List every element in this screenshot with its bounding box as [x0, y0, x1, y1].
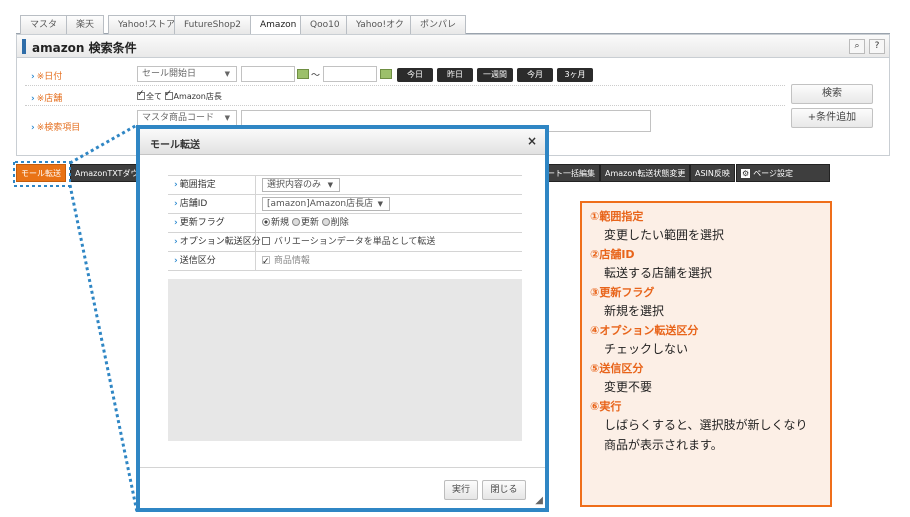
flag-new-label: 新規 [271, 218, 290, 228]
range-label: 範囲指定 [179, 180, 216, 190]
option-row: › オプション転送区分 バリエーションデータを単品として転送 [168, 233, 522, 252]
connector-top [69, 123, 138, 165]
connector-bottom [68, 184, 139, 513]
shop-row: › 店舗ID [amazon]Amazon店長店 ▼ [168, 195, 522, 214]
callout-desc-range: 変更したい範囲を選択 [604, 228, 725, 242]
chevron-right-icon: › [174, 256, 178, 266]
callout-desc-send: 変更不要 [604, 380, 653, 394]
callout-head-flag: ③更新フラグ [590, 286, 655, 299]
chevron-right-icon: › [174, 218, 178, 228]
chevron-right-icon: › [174, 237, 178, 247]
flag-update-radio[interactable] [291, 218, 300, 226]
range-select[interactable]: 選択内容のみ ▼ [262, 177, 340, 192]
option-value: バリエーションデータを単品として転送 [273, 237, 436, 247]
transfer-settings-table: › 範囲指定 選択内容のみ ▼ › 店舗ID [amazon]Amazon店長店 ▼… [168, 175, 522, 271]
close-button[interactable]: 閉じる [482, 480, 526, 500]
mall-transfer-dialog: モール転送 × › 範囲指定 選択内容のみ ▼ › 店舗ID [amazon]Ama… [136, 125, 549, 512]
highlight-box [13, 161, 71, 187]
callout-desc-flag: 新規を選択 [604, 304, 665, 318]
callout-desc-shop: 転送する店舗を選択 [604, 266, 713, 280]
flag-update-label: 更新 [300, 218, 319, 228]
shop-select[interactable]: [amazon]Amazon店長店 ▼ [262, 196, 390, 211]
dialog-header: モール転送 × [140, 129, 545, 155]
flag-delete-radio[interactable] [321, 218, 330, 226]
send-label: 送信区分 [179, 256, 216, 266]
callout-head-option: ④オプション転送区分 [590, 324, 699, 337]
instruction-callout: ①範囲指定 変更したい範囲を選択 ②店舗ID 転送する店舗を選択 ③更新フラグ … [580, 201, 832, 507]
flag-label: 更新フラグ [179, 218, 225, 228]
dialog-title: モール転送 [150, 140, 200, 151]
callout-head-shop: ②店舗ID [590, 248, 635, 261]
callout-head-run: ⑥実行 [590, 400, 622, 413]
run-button[interactable]: 実行 [444, 480, 478, 500]
callout-head-send: ⑤送信区分 [590, 362, 644, 375]
shop-label: 店舗ID [179, 199, 208, 209]
callout-head-range: ①範囲指定 [590, 210, 644, 223]
send-row: ›送信区分 商品情報 [168, 252, 522, 271]
callout-desc-run-2: 商品が表示されます。 [604, 438, 723, 452]
dialog-content-area [168, 279, 522, 441]
chevron-right-icon: › [174, 199, 178, 209]
option-checkbox[interactable] [262, 237, 270, 245]
callout-desc-run: しばらくすると、選択肢が新しくなり [604, 418, 808, 432]
flag-new-radio[interactable] [262, 218, 270, 226]
resize-grip-icon[interactable]: ◢ [535, 495, 543, 506]
send-checkbox [262, 253, 270, 271]
flag-delete-label: 削除 [330, 218, 349, 228]
range-row: › 範囲指定 選択内容のみ ▼ [168, 176, 522, 195]
chevron-right-icon: › [174, 180, 178, 190]
dialog-footer: 実行 閉じる ◢ [140, 467, 545, 508]
close-icon[interactable]: × [527, 134, 537, 148]
callout-desc-option: チェックしない [604, 342, 689, 356]
flag-row: › 更新フラグ 新規 更新 削除 [168, 214, 522, 233]
send-value: 商品情報 [273, 256, 310, 266]
option-label: オプション転送区分 [179, 237, 261, 247]
